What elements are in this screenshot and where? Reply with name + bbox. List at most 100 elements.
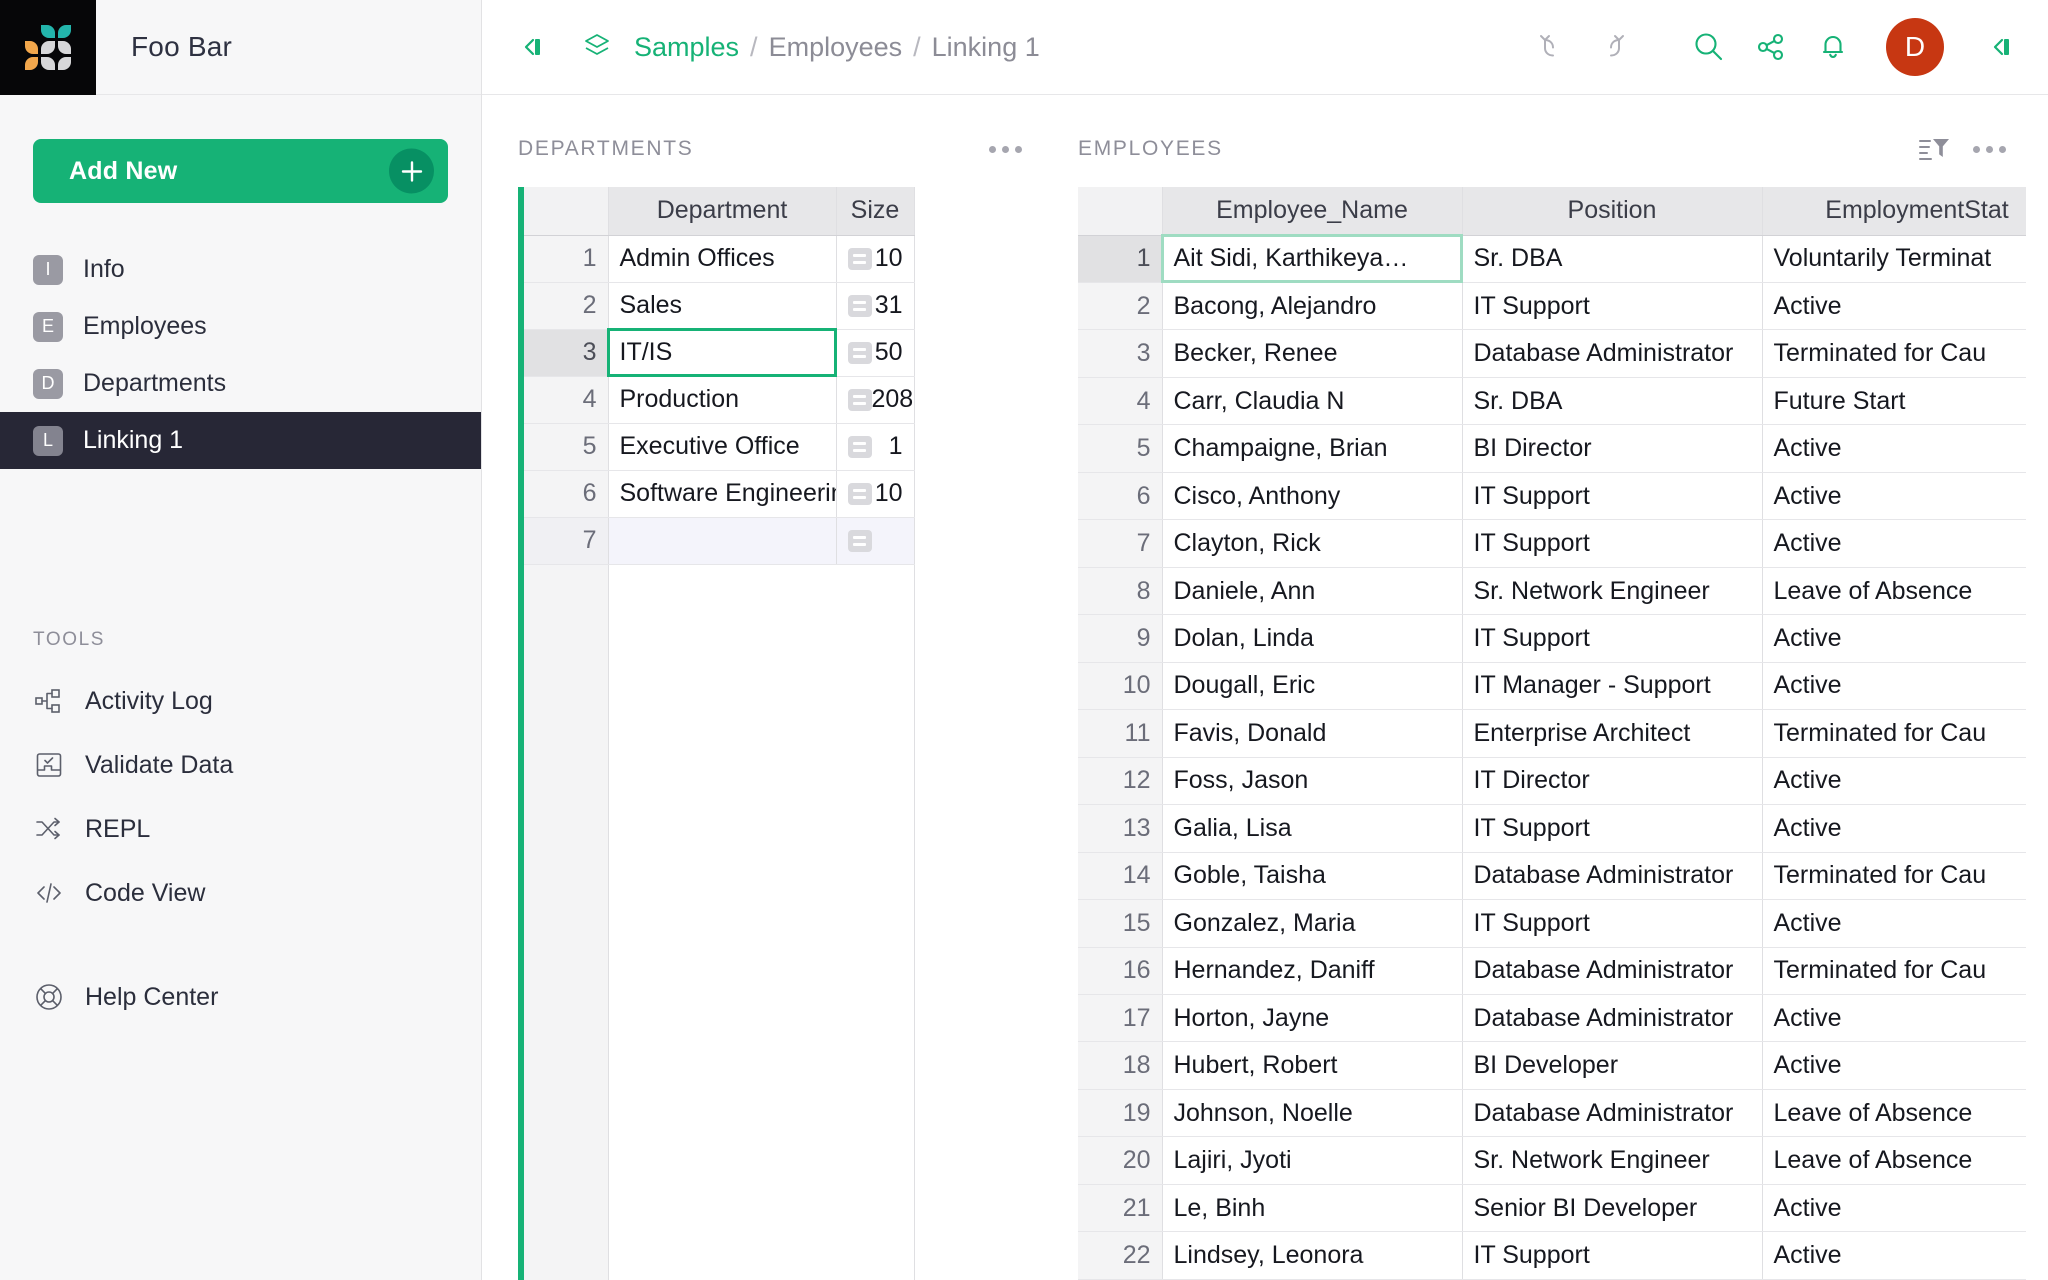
more-options-icon[interactable] (1965, 138, 2014, 161)
cell-employee-name[interactable]: Le, Binh (1162, 1184, 1462, 1231)
cell-employee-name[interactable]: Horton, Jayne (1162, 995, 1462, 1042)
cell-employee-name[interactable]: Dougall, Eric (1162, 662, 1462, 709)
column-header-department[interactable]: Department (608, 187, 836, 235)
cell-position[interactable]: IT Director (1462, 757, 1762, 804)
cell-employee-name-selected[interactable]: Ait Sidi, Karthikeya… (1162, 235, 1462, 282)
table-row[interactable]: 10Dougall, EricIT Manager - SupportActiv… (1078, 662, 2026, 709)
table-row[interactable]: 6 Software Engineering 10 (524, 470, 914, 517)
cell-position[interactable]: Senior BI Developer (1462, 1184, 1762, 1231)
table-row[interactable]: 20Lajiri, JyotiSr. Network EngineerLeave… (1078, 1137, 2026, 1184)
cell-employee-name[interactable]: Galia, Lisa (1162, 805, 1462, 852)
cell-employee-name[interactable]: Gonzalez, Maria (1162, 900, 1462, 947)
cell-employee-name[interactable]: Dolan, Linda (1162, 615, 1462, 662)
table-row[interactable]: 5 Executive Office 1 (524, 423, 914, 470)
cell-employee-name[interactable]: Goble, Taisha (1162, 852, 1462, 899)
cell-employment-status[interactable]: Leave of Absence (1762, 1089, 2026, 1136)
collapse-right-panel-icon[interactable] (1974, 21, 2026, 73)
tool-repl[interactable]: REPL (0, 797, 481, 861)
cell-position[interactable]: IT Support (1462, 520, 1762, 567)
table-row[interactable]: 3Becker, ReneeDatabase AdministratorTerm… (1078, 330, 2026, 377)
cell-position[interactable]: IT Support (1462, 900, 1762, 947)
plus-icon[interactable] (389, 149, 434, 194)
cell-employment-status[interactable]: Leave of Absence (1762, 567, 2026, 614)
cell-employee-name[interactable]: Cisco, Anthony (1162, 472, 1462, 519)
cell-employment-status[interactable]: Terminated for Cau (1762, 710, 2026, 757)
cell-position[interactable]: BI Director (1462, 425, 1762, 472)
sidebar-item-info[interactable]: I Info (0, 241, 481, 298)
table-row[interactable]: 7Clayton, RickIT SupportActive (1078, 520, 2026, 567)
cell-employee-name[interactable]: Foss, Jason (1162, 757, 1462, 804)
cell-employee-name[interactable]: Becker, Renee (1162, 330, 1462, 377)
column-header-position[interactable]: Position (1462, 187, 1762, 235)
table-row[interactable]: 12Foss, JasonIT DirectorActive (1078, 757, 2026, 804)
tool-validate-data[interactable]: Validate Data (0, 733, 481, 797)
cell-position[interactable]: Sr. Network Engineer (1462, 1137, 1762, 1184)
table-row[interactable]: 8Daniele, AnnSr. Network EngineerLeave o… (1078, 567, 2026, 614)
table-row[interactable]: 19Johnson, NoelleDatabase AdministratorL… (1078, 1089, 2026, 1136)
cell-position[interactable]: IT Support (1462, 615, 1762, 662)
breadcrumb-item-samples[interactable]: Samples (634, 32, 739, 63)
cell-employment-status[interactable]: Terminated for Cau (1762, 330, 2026, 377)
table-row[interactable]: 5Champaigne, BrianBI DirectorActive (1078, 425, 2026, 472)
table-row[interactable]: 11Favis, DonaldEnterprise ArchitectTermi… (1078, 710, 2026, 757)
cell-position[interactable]: IT Manager - Support (1462, 662, 1762, 709)
cell-employment-status[interactable]: Active (1762, 1184, 2026, 1231)
collapse-left-panel-icon[interactable] (510, 26, 552, 68)
cell-size[interactable]: 10 (836, 470, 914, 517)
cell-employment-status[interactable]: Active (1762, 425, 2026, 472)
cell-position[interactable]: IT Support (1462, 1232, 1762, 1280)
tool-activity-log[interactable]: Activity Log (0, 669, 481, 733)
cell-employment-status[interactable]: Active (1762, 282, 2026, 329)
cell-size[interactable]: 1 (836, 423, 914, 470)
sidebar-item-employees[interactable]: E Employees (0, 298, 481, 355)
cell-department[interactable]: Admin Offices (608, 235, 836, 282)
table-row[interactable]: 17Horton, JayneDatabase AdministratorAct… (1078, 995, 2026, 1042)
table-row[interactable]: 9Dolan, LindaIT SupportActive (1078, 615, 2026, 662)
cell-employment-status[interactable]: Active (1762, 805, 2026, 852)
cell-position[interactable]: Database Administrator (1462, 1089, 1762, 1136)
cell-employment-status[interactable]: Terminated for Cau (1762, 852, 2026, 899)
employees-grid[interactable]: Employee_Name Position EmploymentStat 1A… (1078, 187, 2026, 1280)
cell-employee-name[interactable]: Hernandez, Daniff (1162, 947, 1462, 994)
table-row[interactable]: 21Le, BinhSenior BI DeveloperActive (1078, 1184, 2026, 1231)
cell-department[interactable]: Sales (608, 282, 836, 329)
new-record-row[interactable]: 7 (524, 517, 914, 564)
cell-department[interactable]: Production (608, 376, 836, 423)
table-row[interactable]: 4Carr, Claudia NSr. DBAFuture Start (1078, 377, 2026, 424)
cell-department[interactable] (608, 517, 836, 564)
cell-employee-name[interactable]: Lajiri, Jyoti (1162, 1137, 1462, 1184)
cell-employee-name[interactable]: Daniele, Ann (1162, 567, 1462, 614)
table-row[interactable]: 15Gonzalez, MariaIT SupportActive (1078, 900, 2026, 947)
cell-employee-name[interactable]: Favis, Donald (1162, 710, 1462, 757)
cell-employee-name[interactable]: Clayton, Rick (1162, 520, 1462, 567)
cell-employment-status[interactable]: Active (1762, 1232, 2026, 1280)
cell-department[interactable]: Software Engineering (608, 470, 836, 517)
cell-position[interactable]: IT Support (1462, 472, 1762, 519)
table-row[interactable]: 13Galia, LisaIT SupportActive (1078, 805, 2026, 852)
table-row[interactable]: 3 IT/IS 50 (524, 329, 914, 376)
cell-employment-status[interactable]: Future Start (1762, 377, 2026, 424)
cell-employment-status[interactable]: Voluntarily Terminat (1762, 235, 2026, 282)
sidebar-item-linking-1[interactable]: L Linking 1 (0, 412, 481, 469)
cell-position[interactable]: IT Support (1462, 805, 1762, 852)
cell-employment-status[interactable]: Leave of Absence (1762, 1137, 2026, 1184)
column-header-size[interactable]: Size (836, 187, 914, 235)
cell-position[interactable]: Database Administrator (1462, 947, 1762, 994)
cell-size[interactable]: 50 (836, 329, 914, 376)
cell-employee-name[interactable]: Carr, Claudia N (1162, 377, 1462, 424)
app-logo[interactable] (0, 0, 96, 95)
cell-position[interactable]: Sr. DBA (1462, 235, 1762, 282)
cell-department[interactable]: Executive Office (608, 423, 836, 470)
cell-employee-name[interactable]: Champaigne, Brian (1162, 425, 1462, 472)
share-button[interactable] (1740, 16, 1802, 78)
table-row[interactable]: 22Lindsey, LeonoraIT SupportActive (1078, 1232, 2026, 1280)
table-row[interactable]: 1Ait Sidi, Karthikeya…Sr. DBAVoluntarily… (1078, 235, 2026, 282)
tool-code-view[interactable]: Code View (0, 861, 481, 925)
breadcrumb-item-employees[interactable]: Employees (769, 32, 903, 63)
cell-employee-name[interactable]: Bacong, Alejandro (1162, 282, 1462, 329)
help-center-item[interactable]: Help Center (0, 965, 481, 1029)
cell-employee-name[interactable]: Hubert, Robert (1162, 1042, 1462, 1089)
cell-size[interactable] (836, 517, 914, 564)
column-header-employment-status[interactable]: EmploymentStat (1762, 187, 2026, 235)
table-row[interactable]: 6Cisco, AnthonyIT SupportActive (1078, 472, 2026, 519)
